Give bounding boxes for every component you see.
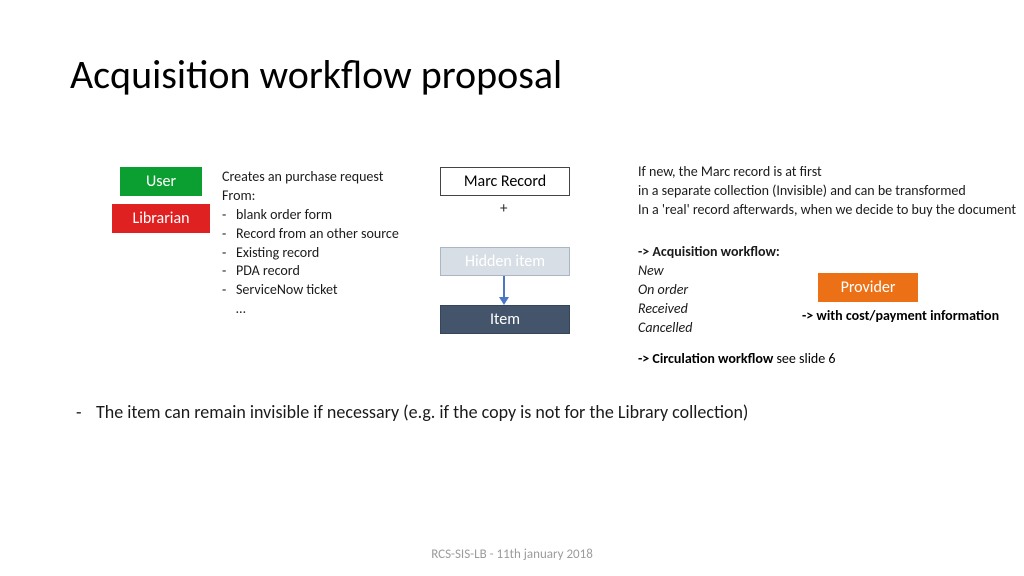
purchase-heading: Creates an purchase request — [222, 168, 432, 187]
purchase-item: PDA record — [236, 262, 432, 281]
acq-heading: -> Acquisition workflow: — [638, 243, 780, 262]
marc-note-line: If new, the Marc record is at first — [638, 163, 1024, 182]
marc-note-line: In a 'real' record afterwards, when we d… — [638, 201, 1024, 220]
bottom-note-text: - The item can remain invisible if neces… — [96, 400, 876, 424]
circ-rest: see slide 6 — [773, 350, 835, 367]
marc-note-line: in a separate collection (Invisible) and… — [638, 182, 1024, 201]
plus-symbol: + — [500, 200, 507, 218]
circulation-note-text: -> Circulation workflow see slide 6 — [638, 350, 836, 367]
marc-note-text: If new, the Marc record is at first in a… — [638, 163, 1024, 220]
user-box: User — [120, 167, 202, 196]
cost-note-text: -> with cost/payment information — [802, 307, 999, 324]
acq-state: New — [638, 262, 780, 281]
acq-state: On order — [638, 281, 780, 300]
arrow-down-icon — [503, 276, 505, 298]
acquisition-workflow-text: -> Acquisition workflow: New On order Re… — [638, 243, 780, 337]
purchase-item: ServiceNow ticket — [236, 281, 432, 300]
slide-title: Acquisition workflow proposal — [70, 50, 562, 99]
marc-record-box: Marc Record — [440, 167, 570, 196]
hidden-item-box: Hidden item — [440, 247, 570, 276]
librarian-box: Librarian — [112, 204, 210, 233]
item-box: Item — [440, 305, 570, 334]
bottom-note-content: The item can remain invisible if necessa… — [96, 401, 748, 423]
dash-icon: - — [76, 400, 82, 424]
provider-box: Provider — [818, 273, 918, 302]
purchase-item: blank order form — [236, 206, 432, 225]
circ-bold: -> Circulation workflow — [638, 350, 773, 367]
purchase-from-label: From: — [222, 187, 432, 206]
acq-state: Received — [638, 300, 780, 319]
acq-state: Cancelled — [638, 319, 780, 338]
purchase-request-text: Creates an purchase request From: blank … — [222, 168, 432, 319]
slide-footer: RCS-SIS-LB - 11th january 2018 — [0, 547, 1024, 562]
purchase-item: Existing record — [236, 244, 432, 263]
purchase-ellipsis: … — [222, 300, 432, 319]
purchase-item: Record from an other source — [236, 225, 432, 244]
